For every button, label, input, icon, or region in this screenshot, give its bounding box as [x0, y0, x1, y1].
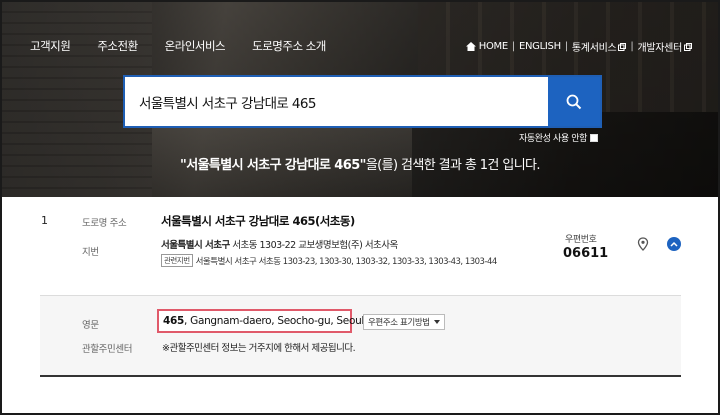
- menu-address-conversion[interactable]: 주소전환: [97, 38, 138, 54]
- related-jibun-list: 서울특별시 서초구 서초동 1303-23, 1303-30, 1303-32,…: [195, 256, 498, 267]
- divider: [40, 375, 681, 377]
- utility-menu: HOME | ENGLISH | 통계서비스 | 개발자센터: [465, 39, 692, 54]
- home-icon: [465, 42, 476, 51]
- main-menu: 고객지원 주소전환 온라인서비스 도로명주소 소개: [30, 38, 326, 54]
- jibun-label: 지번: [82, 247, 99, 258]
- road-address-label: 도로명 주소: [82, 218, 127, 229]
- menu-online-service[interactable]: 온라인서비스: [165, 38, 226, 54]
- autocomplete-toggle[interactable]: 자동완성 사용 안함: [519, 131, 598, 144]
- separator: |: [564, 41, 568, 52]
- top-nav: 고객지원 주소전환 온라인서비스 도로명주소 소개 HOME | ENGLISH…: [2, 38, 718, 58]
- stats-service-link[interactable]: 통계서비스: [572, 39, 617, 54]
- postal-format-select[interactable]: 우편주소 표기방법: [363, 314, 445, 330]
- english-link[interactable]: ENGLISH: [519, 41, 561, 52]
- map-pin-icon[interactable]: [637, 237, 649, 251]
- separator: |: [630, 41, 634, 52]
- postal-format-label: 우편주소 표기방법: [368, 318, 430, 328]
- search-box: [123, 75, 602, 128]
- new-window-icon: [618, 42, 627, 51]
- separator: |: [511, 41, 515, 52]
- result-query: "서울특별시 서초구 강남대로 465": [180, 158, 366, 173]
- menu-customer-support[interactable]: 고객지원: [30, 38, 71, 54]
- result-number: 1: [41, 214, 48, 227]
- zip-label: 우편번호: [565, 235, 597, 245]
- collapse-details-button[interactable]: [667, 237, 681, 251]
- page-frame: 고객지원 주소전환 온라인서비스 도로명주소 소개 HOME | ENGLISH…: [0, 0, 720, 415]
- menu-road-address-intro[interactable]: 도로명주소 소개: [252, 38, 326, 54]
- search-input[interactable]: [125, 77, 548, 126]
- result-summary: "서울특별시 서초구 강남대로 465"을(를) 검색한 결과 총 1건 입니다…: [2, 154, 718, 173]
- zip-code: 06611: [563, 246, 609, 261]
- jibun-address-rest: 서초동 1303-22 교보생명보험(주) 서초사옥: [229, 240, 398, 251]
- english-address: 465, Gangnam-daero, Seocho-gu, Seoul: [157, 309, 364, 333]
- result-list: 1 도로명 주소 서울특별시 서초구 강남대로 465(서초동) 지번 서울특별…: [2, 197, 718, 413]
- english-address-number: 465: [163, 315, 185, 327]
- new-window-icon: [684, 42, 692, 51]
- autocomplete-label: 자동완성 사용 안함: [519, 134, 587, 144]
- related-jibun: 관련지번 서울특별시 서초구 서초동 1303-23, 1303-30, 130…: [161, 254, 497, 267]
- developer-center-link[interactable]: 개발자센터: [637, 39, 682, 54]
- jibun-address-bold: 서울특별시 서초구: [161, 240, 230, 251]
- english-address-rest: , Gangnam-daero, Seocho-gu, Seoul: [184, 315, 365, 327]
- related-jibun-tag: 관련지번: [161, 254, 193, 267]
- autocomplete-checkbox[interactable]: [590, 133, 598, 142]
- jibun-address: 서울특별시 서초구 서초동 1303-22 교보생명보험(주) 서초사옥: [161, 237, 398, 251]
- result-count-text: 을(를) 검색한 결과 총 1건 입니다.: [365, 158, 541, 173]
- hero-banner: 고객지원 주소전환 온라인서비스 도로명주소 소개 HOME | ENGLISH…: [2, 2, 718, 197]
- center-label: 관할주민센터: [82, 344, 133, 355]
- search-button[interactable]: [548, 77, 600, 126]
- center-note: ※관할주민센터 정보는 거주지에 한해서 제공됩니다.: [162, 343, 356, 354]
- chevron-up-icon: [670, 241, 678, 247]
- home-link[interactable]: HOME: [479, 41, 508, 52]
- english-label: 영문: [82, 320, 99, 331]
- detail-panel: 영문 465, Gangnam-daero, Seocho-gu, Seoul …: [40, 295, 681, 375]
- chevron-down-icon: [433, 320, 440, 324]
- road-address: 서울특별시 서초구 강남대로 465(서초동): [161, 214, 355, 228]
- search-icon: [566, 94, 582, 109]
